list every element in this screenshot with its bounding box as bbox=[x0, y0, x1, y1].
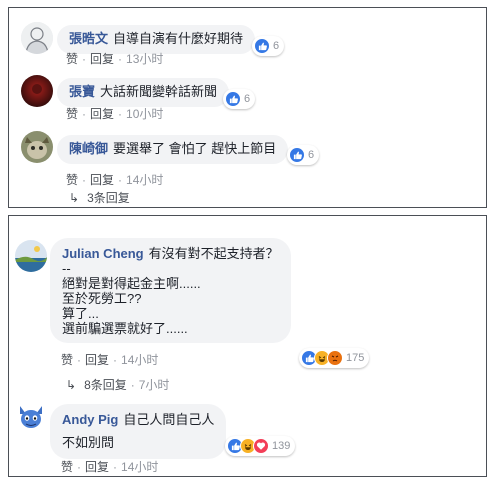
avatar-dark-red-icon bbox=[21, 75, 53, 107]
reaction-summary[interactable]: 175 bbox=[299, 348, 370, 368]
avatar-landscape-icon bbox=[15, 240, 47, 272]
comment-item: 陳崎御 要選舉了 會怕了 趕快上節目 6 赞 · 回复 · 14小时 bbox=[9, 131, 486, 187]
comment-text: 自導自演有什麼好期待 bbox=[113, 31, 244, 46]
avatar-sketch-icon bbox=[21, 22, 53, 54]
reaction-count: 6 bbox=[244, 93, 251, 105]
comment-item: Andy Pig 自己人問自己人 不如別問 139 赞 · 回复 · 14小时 bbox=[9, 402, 486, 474]
angry-icon bbox=[327, 350, 343, 366]
comment-bubble: Andy Pig 自己人問自己人 不如別問 bbox=[50, 404, 227, 459]
timestamp[interactable]: 13小时 bbox=[126, 52, 163, 66]
comment-actions: 赞 · 回复 · 14小时 bbox=[61, 353, 159, 367]
replies-count[interactable]: 3条回复 bbox=[87, 191, 130, 205]
avatar[interactable] bbox=[21, 75, 53, 107]
timestamp[interactable]: 14小时 bbox=[121, 353, 158, 367]
timestamp[interactable]: 14小时 bbox=[121, 460, 158, 474]
comment-text-line: 不如別問 bbox=[62, 435, 115, 450]
comment-item: 張晧文 自導自演有什麼好期待 6 赞 · 回复 · 13小时 bbox=[9, 22, 486, 72]
commenter-name[interactable]: 張寶 bbox=[69, 84, 95, 99]
comment-bubble: 張寶 大話新聞變幹話新聞 bbox=[57, 78, 230, 107]
comment-text-line: -- bbox=[62, 261, 71, 276]
comment-actions: 赞 · 回复 · 13小时 bbox=[66, 52, 164, 66]
reaction-count: 6 bbox=[308, 149, 315, 161]
commenter-name[interactable]: 張晧文 bbox=[69, 31, 108, 46]
reaction-summary[interactable]: 6 bbox=[252, 36, 285, 56]
love-icon bbox=[253, 438, 269, 454]
reply-button[interactable]: 回复 bbox=[85, 353, 109, 367]
reaction-summary[interactable]: 6 bbox=[223, 89, 256, 109]
like-button[interactable]: 赞 bbox=[66, 52, 78, 66]
timestamp[interactable]: 14小时 bbox=[126, 173, 163, 187]
comment-text-line: 自己人問自己人 bbox=[123, 412, 215, 427]
commenter-name[interactable]: Julian Cheng bbox=[62, 246, 144, 261]
comment-bubble: 陳崎御 要選舉了 會怕了 趕快上節目 bbox=[57, 135, 289, 164]
like-icon bbox=[254, 38, 270, 54]
comment-item: 張寶 大話新聞變幹話新聞 6 赞 · 回复 · 10小时 bbox=[9, 75, 486, 125]
comment-text-line: 有沒有對不起支持者？ bbox=[148, 246, 279, 261]
reaction-count: 6 bbox=[273, 40, 280, 52]
comment-text-line: 選前騙選票就好了...... bbox=[62, 321, 188, 336]
reaction-summary[interactable]: 139 bbox=[225, 436, 296, 456]
comment-text-line: 至於死勞工?? bbox=[62, 291, 142, 306]
reaction-summary[interactable]: 6 bbox=[287, 145, 320, 165]
reply-button[interactable]: 回复 bbox=[90, 173, 114, 187]
reply-arrow-icon: ↳ bbox=[69, 191, 80, 205]
reaction-count: 175 bbox=[346, 352, 365, 364]
comment-actions: 赞 · 回复 · 14小时 bbox=[66, 173, 164, 187]
comment-text-line: 算了... bbox=[62, 306, 99, 321]
comment-bubble: Julian Cheng 有沒有對不起支持者？ -- 絕對是對得起金主啊.....… bbox=[50, 238, 291, 343]
avatar[interactable] bbox=[15, 402, 47, 434]
reply-button[interactable]: 回复 bbox=[90, 107, 114, 121]
like-button[interactable]: 赞 bbox=[61, 460, 73, 474]
commenter-name[interactable]: Andy Pig bbox=[62, 412, 118, 427]
comment-actions: 赞 · 回复 · 14小时 bbox=[61, 460, 159, 474]
reply-arrow-icon: ↳ bbox=[66, 378, 77, 392]
avatar-cartoon-icon bbox=[15, 402, 47, 434]
view-replies-link[interactable]: ↳ 8条回复 · 7小时 bbox=[66, 376, 169, 393]
comments-panel-bottom: Julian Cheng 有沒有對不起支持者？ -- 絕對是對得起金主啊.....… bbox=[8, 215, 487, 477]
comment-item: Julian Cheng 有沒有對不起支持者？ -- 絕對是對得起金主啊.....… bbox=[9, 234, 486, 374]
like-icon bbox=[225, 91, 241, 107]
reply-button[interactable]: 回复 bbox=[85, 460, 109, 474]
commenter-name[interactable]: 陳崎御 bbox=[69, 141, 108, 156]
avatar-animal-icon bbox=[21, 131, 53, 163]
comment-text: 要選舉了 會怕了 趕快上節目 bbox=[113, 141, 277, 156]
timestamp[interactable]: 10小时 bbox=[126, 107, 163, 121]
comments-panel-top: 張晧文 自導自演有什麼好期待 6 赞 · 回复 · 13小时 張寶 大話新聞變幹話新聞 bbox=[8, 7, 487, 208]
replies-timestamp: 7小时 bbox=[138, 378, 170, 392]
view-replies-link[interactable]: ↳ 3条回复 bbox=[69, 189, 130, 206]
comment-text: 大話新聞變幹話新聞 bbox=[100, 84, 218, 99]
reaction-count: 139 bbox=[272, 440, 291, 452]
like-button[interactable]: 赞 bbox=[61, 353, 73, 367]
like-button[interactable]: 赞 bbox=[66, 107, 78, 121]
comment-text-line: 絕對是對得起金主啊...... bbox=[62, 276, 201, 291]
replies-count[interactable]: 8条回复 bbox=[84, 378, 127, 392]
like-button[interactable]: 赞 bbox=[66, 173, 78, 187]
comment-actions: 赞 · 回复 · 10小时 bbox=[66, 107, 164, 121]
avatar[interactable] bbox=[21, 22, 53, 54]
avatar[interactable] bbox=[21, 131, 53, 163]
reply-button[interactable]: 回复 bbox=[90, 52, 114, 66]
avatar[interactable] bbox=[15, 240, 47, 272]
like-icon bbox=[289, 147, 305, 163]
